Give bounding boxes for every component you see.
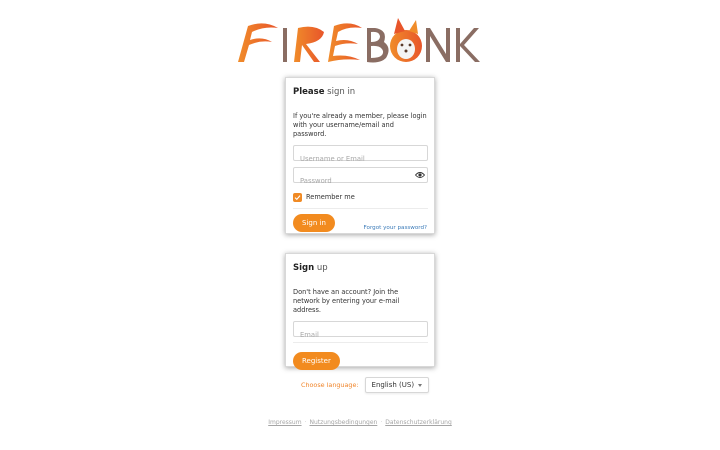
chevron-down-icon [418, 383, 423, 387]
username-field[interactable] [293, 145, 428, 166]
signin-divider [293, 208, 428, 209]
language-select[interactable]: English (US) [364, 377, 430, 393]
remember-me[interactable]: Remember me [293, 192, 427, 202]
checkmark-icon [294, 194, 301, 200]
footer-link-impressum[interactable]: Impressum [268, 419, 301, 426]
signup-email-input[interactable] [294, 328, 427, 342]
signin-actions: Sign in Forgot your password? [293, 214, 427, 232]
signin-title-strong: Please [293, 87, 325, 97]
password-field[interactable] [293, 167, 428, 188]
footer-separator: · [304, 419, 307, 426]
footer-link-privacy[interactable]: Datenschutzerklärung [385, 419, 452, 426]
signup-description: Don't have an account? Join the network … [293, 288, 400, 314]
signup-card: Sign up Don't have an account? Join the … [285, 253, 435, 370]
forgot-password-link[interactable]: Forgot your password? [364, 225, 427, 231]
footer-link-terms[interactable]: Nutzungsbedingungen [309, 419, 377, 426]
signin-title-light: sign in [327, 87, 356, 97]
signin-description: If you're already a member, please login… [293, 112, 427, 138]
signup-title: Sign up [293, 262, 427, 274]
signin-card: Please sign in If you're already a membe… [285, 77, 435, 234]
language-selected-value: English (US) [371, 381, 415, 389]
signup-divider [293, 342, 428, 343]
eye-icon[interactable] [415, 171, 425, 179]
signup-title-strong: Sign [293, 263, 315, 273]
language-chooser: Choose language: English (US) [301, 377, 430, 393]
password-input[interactable] [294, 174, 427, 188]
signup-title-light: up [316, 263, 328, 273]
footer: Impressum · Nutzungsbedingungen · Datenschut… [0, 419, 720, 426]
footer-separator: · [380, 419, 383, 426]
firebonk-logo [234, 14, 488, 72]
signup-actions: Register [293, 348, 427, 370]
signin-button[interactable]: Sign in [293, 214, 335, 232]
signin-title: Please sign in [293, 86, 427, 98]
login-page: Please sign in If you're already a membe… [0, 0, 720, 450]
signup-email-field[interactable] [293, 321, 428, 342]
username-input[interactable] [294, 152, 427, 166]
remember-label: Remember me [306, 193, 355, 201]
remember-checkbox[interactable] [293, 192, 302, 202]
language-label: Choose language: [301, 381, 359, 389]
logo-graphic [238, 18, 480, 63]
register-button[interactable]: Register [293, 352, 340, 370]
